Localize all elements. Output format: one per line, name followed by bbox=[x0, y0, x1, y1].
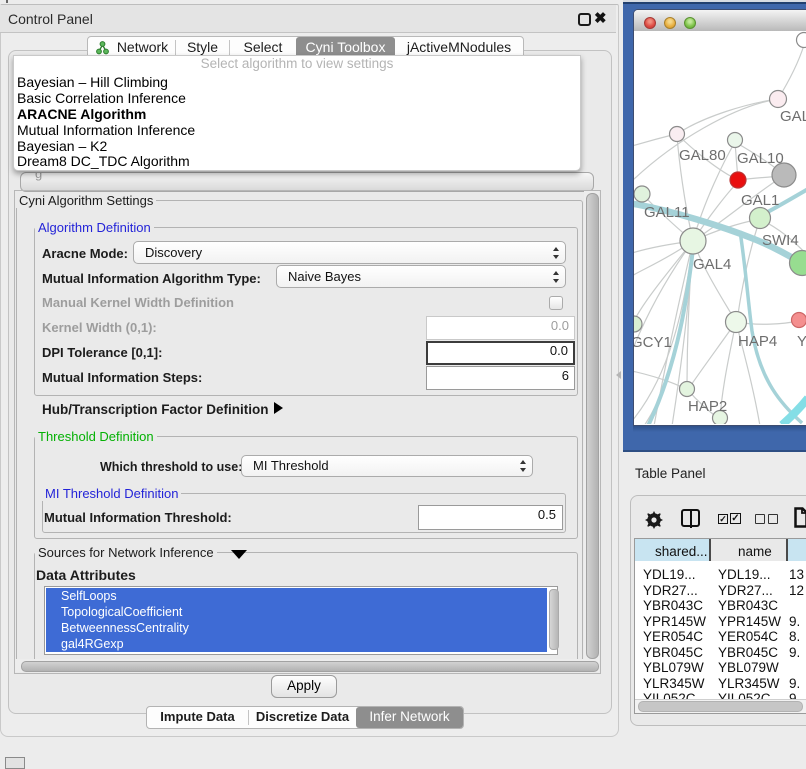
svg-text:HAP2: HAP2 bbox=[688, 398, 727, 415]
svg-text:GAL10: GAL10 bbox=[737, 150, 784, 167]
svg-text:GAL80: GAL80 bbox=[679, 147, 726, 164]
svg-text:HAP4: HAP4 bbox=[738, 333, 777, 350]
svg-text:GAL11: GAL11 bbox=[644, 204, 690, 221]
svg-text:SWI4: SWI4 bbox=[762, 232, 799, 249]
svg-text:GAL1: GAL1 bbox=[741, 192, 779, 209]
svg-text:GCY1: GCY1 bbox=[634, 334, 672, 351]
svg-text:GAL7: GAL7 bbox=[780, 108, 806, 125]
svg-text:GAL4: GAL4 bbox=[693, 256, 731, 273]
svg-text:Y: Y bbox=[797, 333, 806, 350]
